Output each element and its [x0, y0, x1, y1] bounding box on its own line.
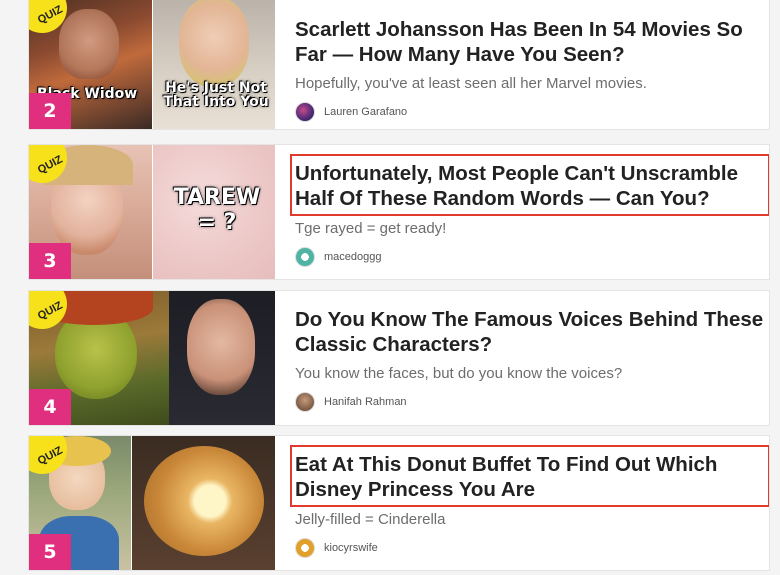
- author-avatar: [295, 102, 315, 122]
- rank-badge: 2: [29, 93, 71, 129]
- quiz-card[interactable]: TAREW = ? QUIZ 3 Unfortunately, Most Peo…: [28, 144, 770, 280]
- thumbnail-caption-right: He's Just Not That Into You: [163, 80, 269, 110]
- quiz-card[interactable]: QUIZ 4 Do You Know The Famous Voices Beh…: [28, 290, 770, 426]
- author-avatar: [295, 247, 315, 267]
- author-name[interactable]: kiocyrswife: [324, 542, 378, 554]
- quiz-card[interactable]: QUIZ 5 Eat At This Donut Buffet To Find …: [28, 435, 770, 571]
- rank-badge: 5: [29, 534, 71, 570]
- author-byline[interactable]: macedoggg: [295, 247, 765, 267]
- thumbnail-caption-right: TAREW = ?: [173, 185, 261, 236]
- quiz-title[interactable]: Unfortunately, Most People Can't Unscram…: [290, 154, 769, 216]
- author-name[interactable]: Lauren Garafano: [324, 106, 407, 118]
- author-name[interactable]: macedoggg: [324, 251, 382, 263]
- quiz-card[interactable]: Black Widow He's Just Not That Into You …: [28, 0, 770, 130]
- author-avatar: [295, 392, 315, 412]
- quiz-title[interactable]: Scarlett Johansson Has Been In 54 Movies…: [295, 15, 765, 67]
- quiz-description: You know the faces, but do you know the …: [295, 365, 623, 382]
- rank-badge: 3: [29, 243, 71, 279]
- quiz-description: Tge rayed = get ready!: [295, 220, 447, 237]
- quiz-thumbnail[interactable]: QUIZ 4: [29, 291, 275, 425]
- quiz-title[interactable]: Eat At This Donut Buffet To Find Out Whi…: [290, 445, 769, 507]
- author-name[interactable]: Hanifah Rahman: [324, 396, 407, 408]
- quiz-thumbnail[interactable]: Black Widow He's Just Not That Into You …: [29, 0, 275, 129]
- rank-badge: 4: [29, 389, 71, 425]
- thumbnail-image-right: [169, 291, 275, 425]
- thumbnail-image-right: [132, 436, 275, 570]
- quiz-thumbnail[interactable]: QUIZ 5: [29, 436, 275, 570]
- author-byline[interactable]: Hanifah Rahman: [295, 392, 765, 412]
- quiz-title[interactable]: Do You Know The Famous Voices Behind The…: [295, 305, 765, 357]
- author-byline[interactable]: Lauren Garafano: [295, 102, 765, 122]
- quiz-thumbnail[interactable]: TAREW = ? QUIZ 3: [29, 145, 275, 279]
- author-byline[interactable]: kiocyrswife: [295, 538, 765, 558]
- quiz-description: Hopefully, you've at least seen all her …: [295, 75, 647, 92]
- author-avatar: [295, 538, 315, 558]
- quiz-description: Jelly-filled = Cinderella: [295, 511, 446, 528]
